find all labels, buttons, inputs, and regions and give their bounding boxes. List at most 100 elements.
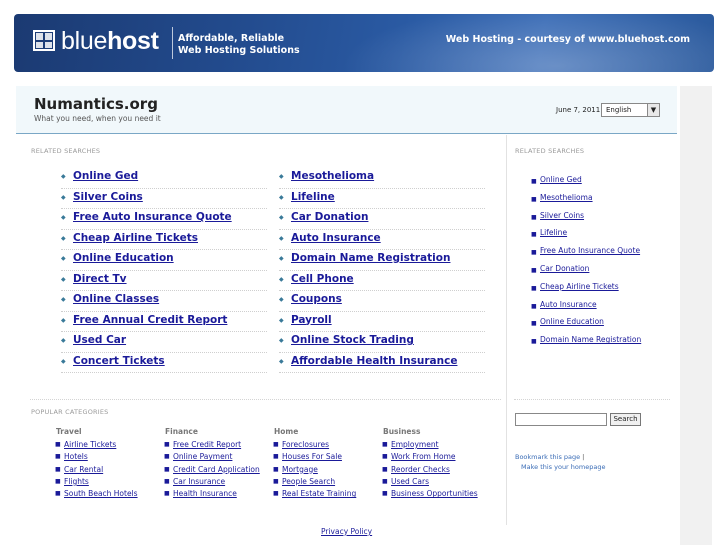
related-search-link[interactable]: Domain Name Registration <box>291 252 450 264</box>
sidebar-related-item[interactable]: ■ Online Education <box>531 317 681 335</box>
related-search-link[interactable]: Payroll <box>291 314 332 326</box>
category-link[interactable]: Credit Card Application <box>173 465 260 474</box>
related-search-link[interactable]: Coupons <box>291 293 342 305</box>
category-item[interactable]: ■ Houses For Sale <box>269 451 374 463</box>
related-search-link[interactable]: Affordable Health Insurance <box>291 355 457 367</box>
related-search-item[interactable]: ◆ Car Donation <box>279 209 485 230</box>
category-link[interactable]: Houses For Sale <box>282 452 342 461</box>
category-link[interactable]: Used Cars <box>391 477 429 486</box>
sidebar-related-item[interactable]: ■ Silver Coins <box>531 211 681 229</box>
related-search-item[interactable]: ◆ Online Stock Trading <box>279 332 485 353</box>
sidebar-related-link[interactable]: Mesothelioma <box>540 193 593 202</box>
related-search-link[interactable]: Online Classes <box>73 293 159 305</box>
category-item[interactable]: ■ Flights <box>51 476 156 488</box>
related-search-link[interactable]: Free Annual Credit Report <box>73 314 227 326</box>
related-search-link[interactable]: Direct Tv <box>73 273 127 285</box>
related-search-link[interactable]: Silver Coins <box>73 191 143 203</box>
sidebar-related-link[interactable]: Online Ged <box>540 175 582 184</box>
sidebar-related-item[interactable]: ■ Cheap Airline Tickets <box>531 282 681 300</box>
related-search-link[interactable]: Online Education <box>73 252 174 264</box>
sidebar-related-link[interactable]: Auto Insurance <box>540 300 597 309</box>
category-link[interactable]: Employment <box>391 440 439 449</box>
related-search-item[interactable]: ◆ Used Car <box>61 332 267 353</box>
category-link[interactable]: Car Rental <box>64 465 103 474</box>
sidebar-related-link[interactable]: Cheap Airline Tickets <box>540 282 619 291</box>
sidebar-related-item[interactable]: ■ Lifeline <box>531 228 681 246</box>
related-search-item[interactable]: ◆ Payroll <box>279 312 485 332</box>
category-link[interactable]: Real Estate Training <box>282 489 356 498</box>
category-link[interactable]: Flights <box>64 477 89 486</box>
sidebar-related-item[interactable]: ■ Free Auto Insurance Quote <box>531 246 681 264</box>
related-search-item[interactable]: ◆ Free Auto Insurance Quote <box>61 209 267 230</box>
related-search-item[interactable]: ◆ Affordable Health Insurance <box>279 353 485 373</box>
related-search-link[interactable]: Auto Insurance <box>291 232 381 244</box>
sidebar-related-item[interactable]: ■ Car Donation <box>531 264 681 282</box>
category-item[interactable]: ■ Real Estate Training <box>269 488 374 500</box>
category-item[interactable]: ■ Reorder Checks <box>378 464 483 476</box>
sidebar-related-link[interactable]: Online Education <box>540 317 604 326</box>
banner-courtesy[interactable]: Web Hosting - courtesy of www.bluehost.c… <box>446 34 690 45</box>
bluehost-banner[interactable]: bluehost Affordable, Reliable Web Hostin… <box>14 14 714 72</box>
related-search-item[interactable]: ◆ Domain Name Registration <box>279 250 485 271</box>
sidebar-related-item[interactable]: ■ Auto Insurance <box>531 300 681 318</box>
sidebar-related-item[interactable]: ■ Online Ged <box>531 175 681 193</box>
category-link[interactable]: Hotels <box>64 452 88 461</box>
related-search-item[interactable]: ◆ Online Classes <box>61 291 267 312</box>
related-search-item[interactable]: ◆ Cheap Airline Tickets <box>61 230 267 250</box>
sidebar-related-link[interactable]: Domain Name Registration <box>540 335 641 344</box>
category-item[interactable]: ■ Online Payment <box>160 451 265 463</box>
category-link[interactable]: Work From Home <box>391 452 456 461</box>
bookmark-link[interactable]: Bookmark this page | <box>515 453 584 461</box>
category-item[interactable]: ■ Work From Home <box>378 451 483 463</box>
related-search-link[interactable]: Used Car <box>73 334 126 346</box>
category-link[interactable]: Mortgage <box>282 465 318 474</box>
related-search-item[interactable]: ◆ Free Annual Credit Report <box>61 312 267 332</box>
make-homepage-link[interactable]: Make this your homepage <box>521 463 605 471</box>
category-link[interactable]: People Search <box>282 477 335 486</box>
related-search-item[interactable]: ◆ Silver Coins <box>61 189 267 209</box>
category-link[interactable]: Health Insurance <box>173 489 237 498</box>
search-button[interactable]: Search <box>610 413 641 426</box>
bookmark-label[interactable]: Bookmark this page <box>515 453 580 461</box>
related-search-item[interactable]: ◆ Cell Phone <box>279 271 485 291</box>
related-search-item[interactable]: ◆ Online Ged <box>61 168 267 189</box>
related-search-item[interactable]: ◆ Online Education <box>61 250 267 271</box>
category-item[interactable]: ■ People Search <box>269 476 374 488</box>
category-link[interactable]: Foreclosures <box>282 440 329 449</box>
related-search-link[interactable]: Lifeline <box>291 191 335 203</box>
category-item[interactable]: ■ Health Insurance <box>160 488 265 500</box>
bluehost-logo[interactable]: bluehost <box>61 27 159 56</box>
chevron-down-icon[interactable]: ▼ <box>647 104 659 116</box>
category-link[interactable]: South Beach Hotels <box>64 489 138 498</box>
related-search-item[interactable]: ◆ Concert Tickets <box>61 353 267 373</box>
category-item[interactable]: ■ Employment <box>378 439 483 451</box>
related-search-link[interactable]: Online Stock Trading <box>291 334 414 346</box>
category-link[interactable]: Airline Tickets <box>64 440 116 449</box>
category-item[interactable]: ■ Used Cars <box>378 476 483 488</box>
sidebar-related-item[interactable]: ■ Domain Name Registration <box>531 335 681 353</box>
category-item[interactable]: ■ Car Rental <box>51 464 156 476</box>
language-select[interactable]: English ▼ <box>601 103 660 117</box>
sidebar-related-link[interactable]: Car Donation <box>540 264 589 273</box>
category-item[interactable]: ■ Foreclosures <box>269 439 374 451</box>
category-item[interactable]: ■ Credit Card Application <box>160 464 265 476</box>
category-item[interactable]: ■ Business Opportunities <box>378 488 483 500</box>
related-search-item[interactable]: ◆ Coupons <box>279 291 485 312</box>
sidebar-related-item[interactable]: ■ Mesothelioma <box>531 193 681 211</box>
privacy-policy-link[interactable]: Privacy Policy <box>321 527 372 536</box>
related-search-link[interactable]: Mesothelioma <box>291 170 374 182</box>
related-search-item[interactable]: ◆ Direct Tv <box>61 271 267 291</box>
category-link[interactable]: Reorder Checks <box>391 465 450 474</box>
related-search-link[interactable]: Cell Phone <box>291 273 354 285</box>
related-search-link[interactable]: Concert Tickets <box>73 355 165 367</box>
sidebar-related-link[interactable]: Free Auto Insurance Quote <box>540 246 640 255</box>
category-link[interactable]: Free Credit Report <box>173 440 241 449</box>
related-search-link[interactable]: Free Auto Insurance Quote <box>73 211 232 223</box>
category-item[interactable]: ■ Mortgage <box>269 464 374 476</box>
sidebar-related-link[interactable]: Lifeline <box>540 228 567 237</box>
related-search-item[interactable]: ◆ Mesothelioma <box>279 168 485 189</box>
category-item[interactable]: ■ Car Insurance <box>160 476 265 488</box>
category-link[interactable]: Online Payment <box>173 452 232 461</box>
search-input[interactable] <box>515 413 607 426</box>
sidebar-related-link[interactable]: Silver Coins <box>540 211 584 220</box>
